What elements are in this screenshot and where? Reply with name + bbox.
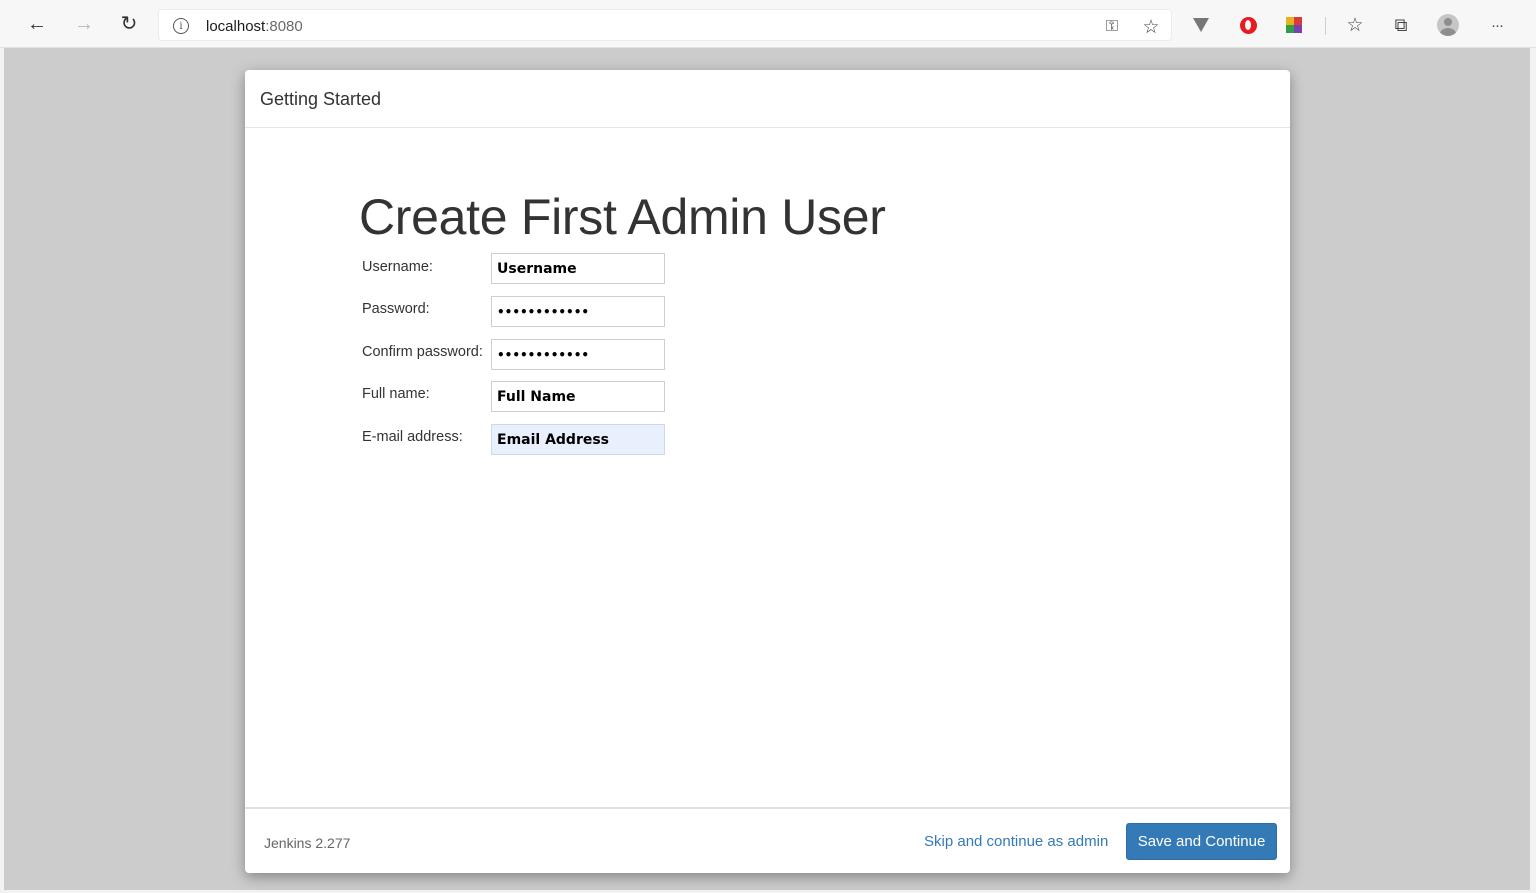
color-picker-extension-icon[interactable]	[1283, 14, 1305, 36]
dialog-header: Getting Started	[245, 70, 1290, 128]
password-input[interactable]	[491, 296, 665, 327]
url-text[interactable]: localhost:8080	[206, 18, 303, 35]
url-host: localhost	[206, 18, 266, 35]
favorites-icon[interactable]: ☆	[1344, 14, 1366, 36]
add-favorite-icon[interactable]: ☆	[1140, 16, 1162, 38]
jenkins-version: Jenkins 2.277	[264, 835, 351, 851]
opera-extension-icon[interactable]	[1237, 14, 1259, 36]
address-bar[interactable]: i localhost:8080 ⚿ ☆	[158, 9, 1172, 41]
more-menu-icon[interactable]: ···	[1486, 14, 1508, 36]
skip-continue-as-admin-link[interactable]: Skip and continue as admin	[924, 833, 1108, 850]
username-input[interactable]	[491, 253, 665, 284]
toolbar-separator	[1325, 17, 1326, 35]
window-edge-right	[1530, 48, 1536, 893]
profile-avatar[interactable]	[1437, 14, 1459, 36]
site-info-icon[interactable]: i	[173, 18, 189, 34]
back-icon[interactable]: ←	[23, 10, 51, 38]
url-port: :8080	[265, 18, 303, 35]
browser-toolbar: ← → ↻ i localhost:8080 ⚿ ☆ ☆ ⧉ ···	[0, 0, 1536, 48]
password-label: Password:	[362, 301, 430, 317]
email-label: E-mail address:	[362, 429, 463, 445]
form-title: Create First Admin User	[359, 189, 886, 245]
forward-icon[interactable]: →	[70, 10, 98, 38]
dialog-footer: Jenkins 2.277 Skip and continue as admin…	[245, 807, 1290, 873]
email-input[interactable]	[491, 424, 665, 455]
confirm-password-label: Confirm password:	[362, 344, 483, 360]
full-name-label: Full name:	[362, 386, 430, 402]
reload-icon[interactable]: ↻	[115, 10, 143, 38]
save-and-continue-button[interactable]: Save and Continue	[1126, 823, 1277, 860]
full-name-input[interactable]	[491, 381, 665, 412]
setup-wizard-dialog: Getting Started Create First Admin User …	[245, 70, 1290, 873]
username-label: Username:	[362, 259, 433, 275]
key-icon[interactable]: ⚿	[1101, 16, 1123, 38]
confirm-password-input[interactable]	[491, 339, 665, 370]
dialog-title: Getting Started	[260, 89, 382, 109]
vivaldi-extension-icon[interactable]	[1190, 14, 1212, 36]
collections-icon[interactable]: ⧉	[1390, 14, 1412, 36]
